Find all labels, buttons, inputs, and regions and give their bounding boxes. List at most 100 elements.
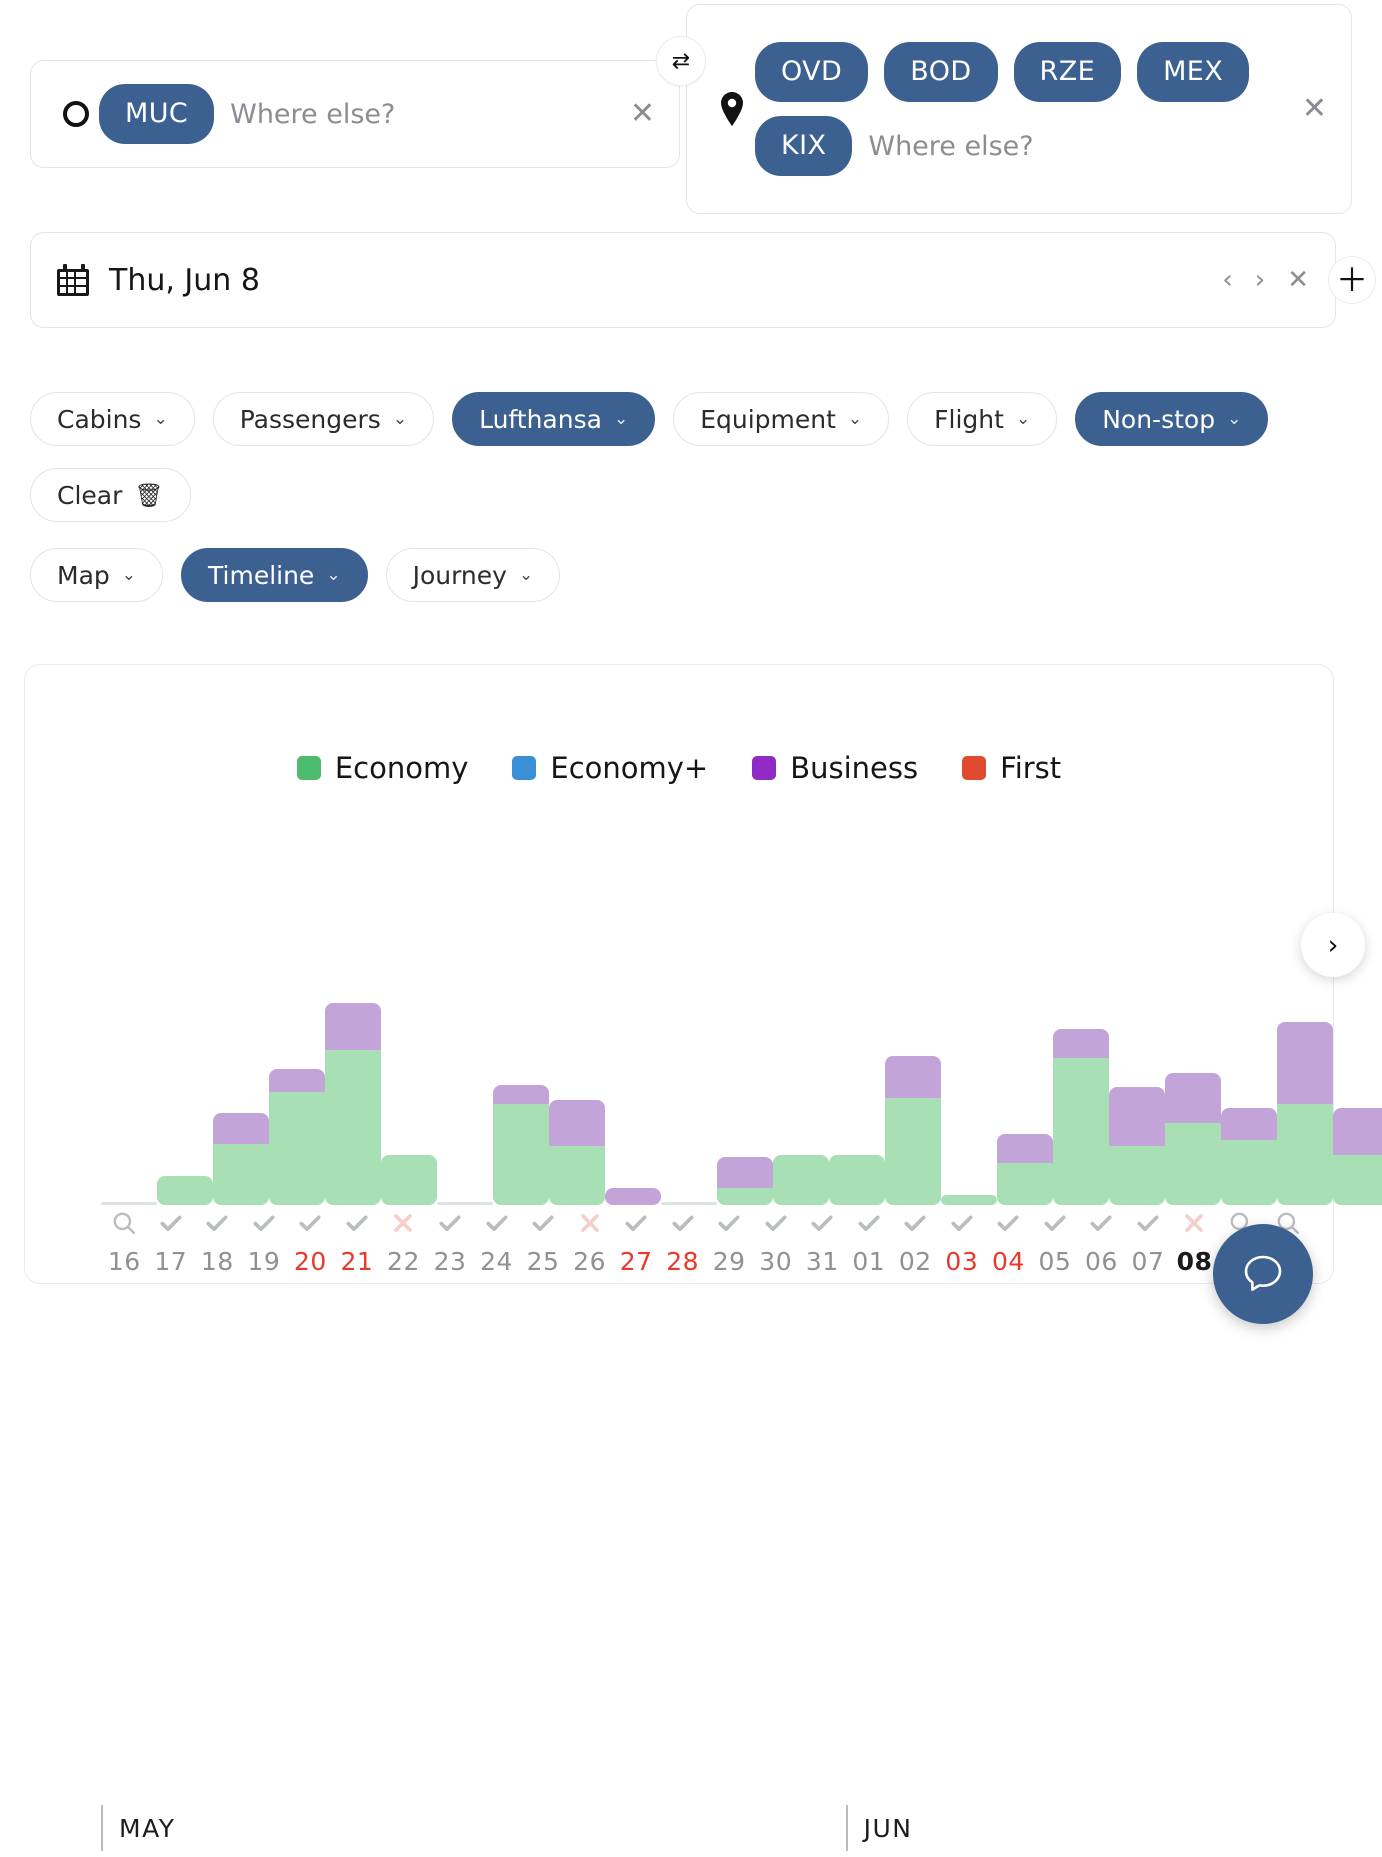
bar-column[interactable] (773, 995, 829, 1205)
check-icon[interactable] (297, 1205, 323, 1241)
check-icon[interactable] (484, 1205, 510, 1241)
axis-day-cell[interactable]: 03 (939, 1205, 986, 1276)
legend-item-economy[interactable]: Economy (296, 751, 468, 785)
check-icon[interactable] (530, 1205, 556, 1241)
cross-icon[interactable] (577, 1205, 603, 1241)
check-icon[interactable] (670, 1205, 696, 1241)
bar-column[interactable] (997, 995, 1053, 1205)
bar-column[interactable] (1165, 995, 1221, 1205)
check-icon[interactable] (1042, 1205, 1068, 1241)
bar-column[interactable] (829, 995, 885, 1205)
bar-column[interactable] (493, 995, 549, 1205)
date-clear-icon[interactable]: ✕ (1283, 265, 1313, 295)
destination-field[interactable]: OVD BOD RZE MEX KIX Where else? ✕ (686, 4, 1352, 214)
axis-day-cell[interactable]: 28 (659, 1205, 706, 1276)
axis-day-cell[interactable]: 16 (101, 1205, 148, 1276)
check-icon[interactable] (1088, 1205, 1114, 1241)
axis-day-cell[interactable]: 05 (1032, 1205, 1079, 1276)
axis-day-cell[interactable]: 21 (334, 1205, 381, 1276)
axis-day-cell[interactable]: 04 (985, 1205, 1032, 1276)
axis-day-cell[interactable]: 24 (473, 1205, 520, 1276)
axis-day-cell[interactable]: 06 (1078, 1205, 1125, 1276)
origin-placeholder[interactable]: Where else? (230, 99, 395, 130)
legend-item-first[interactable]: First (962, 751, 1061, 785)
bar-column[interactable] (101, 995, 157, 1205)
filter-stops[interactable]: Non-stop ⌄ (1075, 392, 1269, 446)
bar-column[interactable] (717, 995, 773, 1205)
check-icon[interactable] (251, 1205, 277, 1241)
origin-clear-icon[interactable]: ✕ (626, 93, 659, 135)
bar-column[interactable] (605, 995, 661, 1205)
axis-day-cell[interactable]: 22 (380, 1205, 427, 1276)
filter-equipment[interactable]: Equipment ⌄ (673, 392, 890, 446)
bar-column[interactable] (381, 995, 437, 1205)
bar-column[interactable] (661, 995, 717, 1205)
bar-column[interactable] (1333, 995, 1382, 1205)
check-icon[interactable] (623, 1205, 649, 1241)
filter-passengers[interactable]: Passengers ⌄ (212, 392, 435, 446)
view-timeline[interactable]: Timeline ⌄ (181, 548, 368, 602)
axis-day-cell[interactable]: 23 (427, 1205, 474, 1276)
origin-field[interactable]: MUC Where else? ✕ (30, 60, 680, 168)
destination-chip-3[interactable]: MEX (1137, 42, 1250, 102)
axis-day-cell[interactable]: 25 (520, 1205, 567, 1276)
check-icon[interactable] (949, 1205, 975, 1241)
bar-column[interactable] (213, 995, 269, 1205)
axis-day-cell[interactable]: 02 (892, 1205, 939, 1276)
legend-item-economy-plus[interactable]: Economy+ (512, 751, 708, 785)
check-icon[interactable] (902, 1205, 928, 1241)
axis-day-cell[interactable]: 29 (706, 1205, 753, 1276)
check-icon[interactable] (1135, 1205, 1161, 1241)
cross-icon[interactable] (1181, 1205, 1207, 1241)
check-icon[interactable] (158, 1205, 184, 1241)
date-next-button[interactable]: › (1251, 265, 1269, 295)
axis-day-cell[interactable]: 17 (148, 1205, 195, 1276)
axis-day-cell[interactable]: 08 (1171, 1205, 1218, 1276)
date-prev-button[interactable]: ‹ (1218, 265, 1236, 295)
check-icon[interactable] (437, 1205, 463, 1241)
bar-column[interactable] (269, 995, 325, 1205)
cross-icon[interactable] (390, 1205, 416, 1241)
filter-cabins[interactable]: Cabins ⌄ (30, 392, 195, 446)
bar-column[interactable] (941, 995, 997, 1205)
bar-column[interactable] (325, 995, 381, 1205)
date-field[interactable]: Thu, Jun 8 ‹ › ✕ (30, 232, 1336, 328)
destination-chip-1[interactable]: BOD (884, 42, 998, 102)
swap-icon[interactable]: ⇄ (656, 36, 706, 86)
search-icon[interactable] (111, 1205, 137, 1241)
axis-day-cell[interactable]: 30 (752, 1205, 799, 1276)
bar-column[interactable] (1109, 995, 1165, 1205)
view-map[interactable]: Map ⌄ (30, 548, 164, 602)
check-icon[interactable] (856, 1205, 882, 1241)
destination-chip-2[interactable]: RZE (1013, 42, 1122, 102)
clear-filters-button[interactable]: Clear 🗑 (30, 468, 191, 522)
axis-day-cell[interactable]: 01 (846, 1205, 893, 1276)
axis-day-cell[interactable]: 07 (1125, 1205, 1172, 1276)
check-icon[interactable] (995, 1205, 1021, 1241)
check-icon[interactable] (204, 1205, 230, 1241)
destination-chip-0[interactable]: OVD (755, 42, 869, 102)
axis-day-cell[interactable]: 31 (799, 1205, 846, 1276)
add-date-button[interactable]: ＋ (1328, 256, 1376, 304)
bar-column[interactable] (1277, 995, 1333, 1205)
filter-airline[interactable]: Lufthansa ⌄ (452, 392, 656, 446)
bar-column[interactable] (549, 995, 605, 1205)
filter-flight[interactable]: Flight ⌄ (907, 392, 1058, 446)
origin-chip-0[interactable]: MUC (99, 84, 215, 144)
destination-clear-icon[interactable]: ✕ (1298, 88, 1331, 130)
axis-day-cell[interactable]: 26 (566, 1205, 613, 1276)
check-icon[interactable] (716, 1205, 742, 1241)
view-journey[interactable]: Journey ⌄ (385, 548, 561, 602)
destination-placeholder[interactable]: Where else? (868, 131, 1033, 162)
check-icon[interactable] (763, 1205, 789, 1241)
chart-next-page-button[interactable]: › (1301, 913, 1365, 977)
chat-support-button[interactable] (1213, 1224, 1313, 1324)
axis-day-cell[interactable]: 27 (613, 1205, 660, 1276)
legend-item-business[interactable]: Business (752, 751, 918, 785)
bar-column[interactable] (157, 995, 213, 1205)
bar-column[interactable] (885, 995, 941, 1205)
bar-column[interactable] (437, 995, 493, 1205)
check-icon[interactable] (344, 1205, 370, 1241)
check-icon[interactable] (809, 1205, 835, 1241)
destination-chip-4[interactable]: KIX (755, 116, 853, 176)
